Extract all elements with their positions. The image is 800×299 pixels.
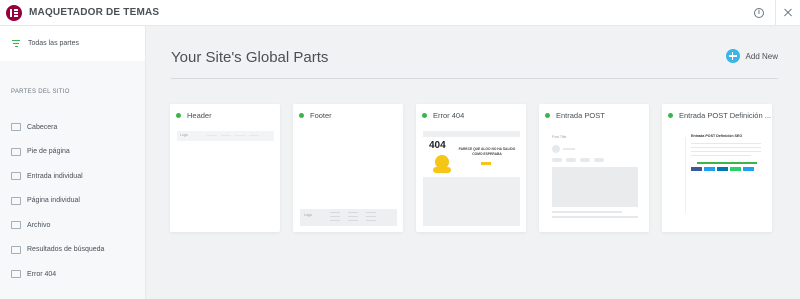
all-parts-label: Todas las partes bbox=[28, 40, 79, 47]
sidebar-item-label: Resultados de búsqueda bbox=[27, 246, 105, 254]
sidebar-item-label: Pie de página bbox=[27, 148, 70, 156]
thumb-post-title: Entrada POST Definición SEO bbox=[691, 134, 743, 138]
part-card-header[interactable]: Header Logo bbox=[170, 104, 280, 232]
thumb-404: 404 bbox=[429, 140, 446, 151]
app-title: MAQUETADOR DE TEMAS bbox=[29, 7, 160, 18]
card-title: Entrada POST bbox=[556, 111, 605, 120]
add-new-button[interactable]: Add New bbox=[725, 49, 778, 63]
archive-icon bbox=[11, 221, 21, 230]
card-thumbnail[interactable]: Logo bbox=[300, 131, 397, 226]
status-dot-icon bbox=[422, 113, 427, 118]
card-thumbnail[interactable]: 404 PARECE QUE ALGO NO HA SALIDO COMO ES… bbox=[423, 131, 520, 226]
elementor-logo-icon bbox=[6, 4, 22, 21]
filter-icon bbox=[12, 40, 20, 47]
top-actions: i bbox=[754, 0, 800, 26]
main-content: Your Site's Global Parts Add New Header … bbox=[147, 26, 800, 299]
card-thumbnail[interactable]: Logo bbox=[177, 131, 274, 226]
info-icon[interactable]: i bbox=[754, 8, 764, 18]
close-icon[interactable] bbox=[776, 0, 800, 26]
status-dot-icon bbox=[299, 113, 304, 118]
sidebar-item-label: Cabecera bbox=[27, 123, 58, 131]
card-title: Entrada POST Definición ... bbox=[679, 111, 771, 120]
sidebar-item-error-404[interactable]: Error 404 bbox=[0, 262, 145, 287]
thumb-logo: Logo bbox=[180, 133, 188, 137]
sidebar-item-label: Entrada individual bbox=[27, 172, 83, 180]
divider bbox=[171, 78, 778, 79]
part-card-entrada-post[interactable]: Entrada POST Post Title bbox=[539, 104, 649, 232]
sidebar-item-search-results[interactable]: Resultados de búsqueda bbox=[0, 238, 145, 263]
footer-icon bbox=[11, 147, 21, 156]
card-title: Error 404 bbox=[433, 111, 465, 120]
part-card-entrada-post-definicion[interactable]: Entrada POST Definición ... Entrada POST… bbox=[662, 104, 772, 232]
sidebar-item-single-post[interactable]: Entrada individual bbox=[0, 164, 145, 189]
single-post-icon bbox=[11, 172, 21, 181]
error-404-icon bbox=[11, 270, 21, 279]
add-new-label: Add New bbox=[745, 51, 778, 61]
sidebar-item-footer[interactable]: Pie de página bbox=[0, 140, 145, 165]
sidebar-item-label: Error 404 bbox=[27, 270, 57, 278]
header-icon bbox=[11, 123, 21, 132]
sidebar-item-all-parts[interactable]: Todas las partes bbox=[0, 26, 145, 61]
section-title: PARTES DEL SITIO bbox=[11, 89, 70, 95]
part-card-error-404[interactable]: Error 404 404 PARECE QUE ALGO NO HA SALI… bbox=[416, 104, 526, 232]
card-thumbnail[interactable]: Post Title bbox=[546, 131, 643, 226]
sidebar-item-archive[interactable]: Archivo bbox=[0, 213, 145, 238]
card-title: Footer bbox=[310, 111, 332, 120]
card-title: Header bbox=[187, 111, 212, 120]
sidebar-item-single-page[interactable]: Página individual bbox=[0, 189, 145, 214]
thumb-post-title: Post Title bbox=[552, 135, 567, 139]
sidebar-item-label: Página individual bbox=[27, 197, 80, 205]
search-results-icon bbox=[11, 245, 21, 254]
status-dot-icon bbox=[176, 113, 181, 118]
sidebar-item-header[interactable]: Cabecera bbox=[0, 115, 145, 140]
card-thumbnail[interactable]: Entrada POST Definición SEO bbox=[669, 131, 766, 226]
thumb-logo: Logo bbox=[304, 213, 312, 217]
status-dot-icon bbox=[668, 113, 673, 118]
top-bar: MAQUETADOR DE TEMAS i bbox=[0, 0, 800, 26]
sidebar: Todas las partes PARTES DEL SITIO Cabece… bbox=[0, 26, 146, 299]
status-dot-icon bbox=[545, 113, 550, 118]
thumb-caption: PARECE QUE ALGO NO HA SALIDO COMO ESPERA… bbox=[458, 147, 516, 156]
parts-grid: Header Logo Footer Logo Error 404 404 PA… bbox=[170, 104, 772, 232]
sidebar-item-label: Archivo bbox=[27, 221, 51, 229]
site-parts-nav: Cabecera Pie de página Entrada individual P… bbox=[0, 115, 145, 287]
single-page-icon bbox=[11, 196, 21, 205]
plus-icon bbox=[725, 49, 740, 63]
image-placeholder-icon bbox=[552, 167, 638, 207]
part-card-footer[interactable]: Footer Logo bbox=[293, 104, 403, 232]
page-title: Your Site's Global Parts bbox=[171, 49, 329, 66]
